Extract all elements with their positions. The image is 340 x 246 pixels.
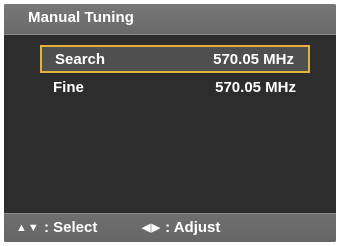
menu-title: Manual Tuning xyxy=(28,9,135,26)
menu-item-fine[interactable]: Fine 570.05 MHz xyxy=(40,75,310,103)
up-arrow-icon: ▲ xyxy=(16,222,27,234)
menu-item-label: Fine xyxy=(53,79,84,96)
menu-item-search[interactable]: Search 570.05 MHz xyxy=(40,45,310,73)
menu-item-value: 570.05 MHz xyxy=(215,79,296,96)
menu-item-label: Search xyxy=(55,51,106,68)
title-bar: Manual Tuning xyxy=(4,4,336,35)
help-bar: ▲▼ : Select ◀▶ : Adjust xyxy=(4,213,336,242)
menu-content: Search 570.05 MHz Fine 570.05 MHz xyxy=(4,35,336,215)
right-arrow-icon: ▶ xyxy=(151,222,160,234)
help-select: ▲▼ : Select xyxy=(16,219,97,236)
osd-screen: Manual Tuning Search 570.05 MHz Fine 570… xyxy=(4,4,336,242)
down-arrow-icon: ▼ xyxy=(27,222,39,234)
help-select-text: : Select xyxy=(43,219,98,236)
help-adjust-text: : Adjust xyxy=(165,219,221,236)
menu-item-value: 570.05 MHz xyxy=(213,51,294,68)
help-adjust: ◀▶ : Adjust xyxy=(142,219,220,236)
left-arrow-icon: ◀ xyxy=(142,222,151,234)
